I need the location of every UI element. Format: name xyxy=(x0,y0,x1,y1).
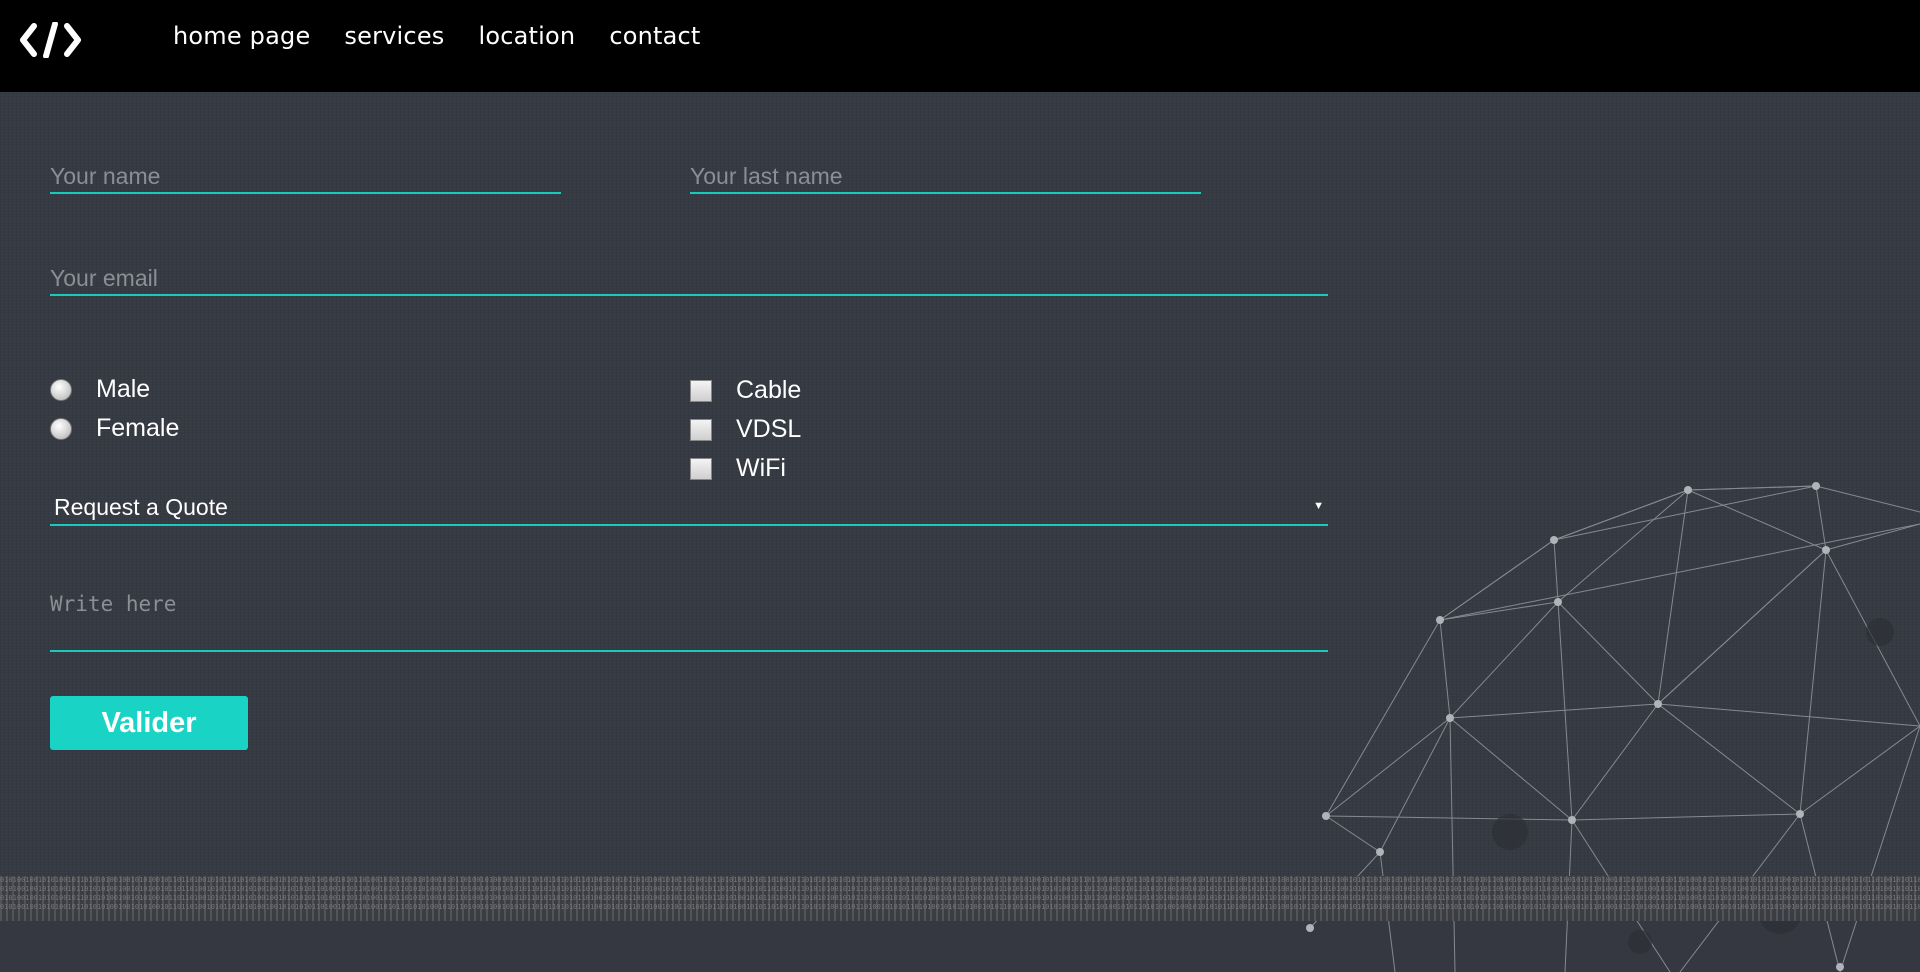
code-brackets-icon[interactable] xyxy=(20,22,82,58)
nav-services[interactable]: services xyxy=(344,22,444,50)
gender-radio-male[interactable]: Male xyxy=(50,375,150,404)
email-input[interactable] xyxy=(50,262,1328,294)
binary-text-line: 0101001001010100101101010100100101010010… xyxy=(0,885,1920,893)
checkbox[interactable] xyxy=(690,418,712,441)
main-content: Male Female Cable VDSL WiFi Request a Qu… xyxy=(0,92,1920,972)
gender-label-male: Male xyxy=(96,375,151,403)
select-value: Request a Quote xyxy=(54,494,228,520)
service-label-cable: Cable xyxy=(736,376,802,404)
binary-footer-strip: 0101001001010100101101010100100101010010… xyxy=(0,876,1920,921)
dropdown-arrow-icon: ▼ xyxy=(1313,500,1324,512)
main-nav: home page services location contact xyxy=(173,22,701,50)
binary-text-line: 0101001001010100101101010100100101010010… xyxy=(0,903,1920,911)
nav-contact[interactable]: contact xyxy=(609,22,700,50)
email-field xyxy=(50,262,1328,296)
checkbox[interactable] xyxy=(690,379,712,402)
service-label-wifi: WiFi xyxy=(736,454,786,482)
service-checkbox-wifi[interactable]: WiFi xyxy=(690,454,786,483)
service-label-vdsl: VDSL xyxy=(736,415,802,443)
message-field xyxy=(50,592,1328,652)
nav-home-page[interactable]: home page xyxy=(173,22,310,50)
service-checkbox-cable[interactable]: Cable xyxy=(690,376,801,405)
checkbox[interactable] xyxy=(690,457,712,480)
binary-text-line: 0101001001010100101101010100100101010010… xyxy=(0,894,1920,902)
message-textarea[interactable] xyxy=(50,592,1328,650)
gender-radio-female[interactable]: Female xyxy=(50,414,179,443)
service-checkbox-vdsl[interactable]: VDSL xyxy=(690,415,801,444)
last-name-input[interactable] xyxy=(690,160,1201,192)
radio-button[interactable] xyxy=(50,378,72,401)
request-type-select[interactable]: Request a Quote ▼ xyxy=(50,492,1328,526)
first-name-field xyxy=(50,160,561,194)
radio-button[interactable] xyxy=(50,417,72,440)
binary-text-line: 0101001001010100101101010100100101010010… xyxy=(0,876,1920,884)
gender-label-female: Female xyxy=(96,414,180,442)
top-navigation-bar: home page services location contact xyxy=(0,0,1920,92)
nav-location[interactable]: location xyxy=(479,22,576,50)
submit-button[interactable]: Valider xyxy=(50,696,248,750)
last-name-field xyxy=(690,160,1201,194)
first-name-input[interactable] xyxy=(50,160,561,192)
